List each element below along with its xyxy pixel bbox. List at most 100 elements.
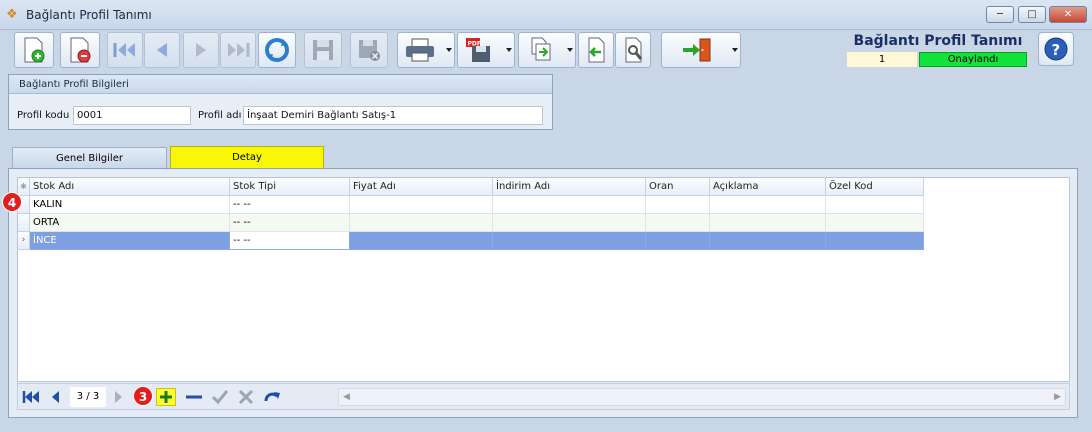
table-cell[interactable]: İNCE — [30, 232, 230, 250]
profile-name-label: Profil adı — [198, 110, 242, 121]
save-icon — [313, 40, 333, 60]
prev-record-button[interactable] — [144, 32, 180, 68]
export-pdf-icon: PDF — [466, 38, 490, 62]
table-cell[interactable] — [493, 214, 646, 232]
column-header[interactable]: Özel Kod — [826, 178, 924, 196]
row-indicator-current-icon[interactable]: › — [18, 232, 30, 250]
horizontal-scrollbar[interactable]: ◀ ▶ — [338, 388, 1066, 406]
row-indicator[interactable] — [18, 214, 30, 232]
window-titlebar: ❖ Bağlantı Profil Tanımı ─ □ ✕ — [0, 0, 1092, 30]
table-cell[interactable]: -- -- — [230, 196, 350, 214]
table-cell[interactable] — [350, 232, 493, 250]
back-button[interactable] — [578, 32, 614, 68]
help-button[interactable]: ? — [1038, 32, 1074, 66]
nav-first-icon[interactable] — [21, 388, 41, 406]
exit-icon — [683, 38, 711, 62]
export-pdf-button[interactable]: PDF — [457, 32, 515, 68]
column-header[interactable]: Stok Tipi — [230, 178, 350, 196]
column-header[interactable]: Oran — [646, 178, 710, 196]
tab-detail[interactable]: Detay — [170, 146, 324, 169]
profile-name-input[interactable]: İnşaat Demiri Bağlantı Satış-1 — [243, 106, 543, 125]
scroll-right-icon[interactable]: ▶ — [1054, 392, 1061, 402]
table-cell[interactable] — [350, 214, 493, 232]
window-title: Bağlantı Profil Tanımı — [26, 8, 152, 22]
cancel-save-icon — [359, 40, 380, 61]
form-title: Bağlantı Profil Tanımı — [853, 33, 1023, 49]
import-button[interactable] — [518, 32, 576, 68]
table-cell[interactable] — [826, 232, 924, 250]
table-cell[interactable] — [493, 196, 646, 214]
table-row[interactable]: KALIN -- -- — [18, 196, 924, 214]
table-cell[interactable] — [710, 196, 826, 214]
next-record-icon — [196, 43, 206, 57]
table-cell[interactable]: -- -- — [230, 214, 350, 232]
table-cell[interactable] — [646, 232, 710, 250]
delete-record-icon — [70, 37, 91, 63]
cancel-save-button[interactable] — [350, 32, 388, 68]
nav-remove-icon[interactable] — [184, 388, 204, 406]
minimize-button[interactable]: ─ — [986, 6, 1014, 23]
column-header[interactable]: Fiyat Adı — [350, 178, 493, 196]
callout-badge-add: 3 — [133, 386, 153, 406]
import-dropdown-icon[interactable] — [567, 48, 573, 52]
refresh-button[interactable] — [258, 32, 296, 68]
properties-button[interactable] — [615, 32, 651, 68]
save-button[interactable] — [304, 32, 342, 68]
export-dropdown-icon[interactable] — [506, 48, 512, 52]
first-record-button[interactable] — [107, 32, 143, 68]
print-button[interactable] — [397, 32, 455, 68]
table-cell[interactable] — [646, 196, 710, 214]
new-record-icon — [24, 37, 45, 63]
nav-cancel-icon[interactable] — [236, 388, 256, 406]
maximize-button[interactable]: □ — [1018, 6, 1046, 23]
exit-button[interactable] — [661, 32, 741, 68]
scroll-left-icon[interactable]: ◀ — [343, 392, 350, 402]
properties-icon — [625, 37, 643, 63]
print-icon — [406, 38, 434, 62]
nav-confirm-icon[interactable] — [210, 388, 230, 406]
new-record-button[interactable] — [14, 32, 54, 68]
exit-dropdown-icon[interactable] — [732, 48, 738, 52]
table-row[interactable]: ORTA -- -- — [18, 214, 924, 232]
status-badge: Onaylandı — [919, 52, 1027, 67]
help-icon: ? — [1044, 37, 1068, 61]
nav-refresh-icon[interactable] — [262, 388, 282, 406]
table-cell[interactable] — [710, 214, 826, 232]
profile-code-label: Profil kodu — [17, 110, 70, 121]
print-dropdown-icon[interactable] — [446, 48, 452, 52]
back-icon — [588, 37, 605, 63]
last-record-button[interactable] — [220, 32, 256, 68]
detail-grid: ✱ Stok Adı Stok Tipi Fiyat Adı İndirim A… — [17, 177, 1070, 382]
record-number: 1 — [847, 52, 917, 67]
table-cell[interactable]: ORTA — [30, 214, 230, 232]
table-cell[interactable] — [826, 214, 924, 232]
last-record-icon — [228, 43, 250, 57]
grid-corner-icon[interactable]: ✱ — [18, 178, 30, 196]
prev-record-icon — [157, 43, 167, 57]
table-cell[interactable] — [493, 232, 646, 250]
nav-add-icon[interactable] — [156, 388, 176, 406]
table-cell[interactable] — [710, 232, 826, 250]
table-cell[interactable]: KALIN — [30, 196, 230, 214]
table-row-selected[interactable]: › İNCE -- -- — [18, 232, 924, 250]
close-button[interactable]: ✕ — [1049, 6, 1087, 23]
table-cell[interactable] — [350, 196, 493, 214]
profile-code-input[interactable]: 0001 — [73, 106, 191, 125]
page-indicator: 3 / 3 — [70, 387, 106, 407]
nav-next-icon[interactable] — [108, 388, 128, 406]
table-cell[interactable]: -- -- — [230, 232, 350, 250]
import-icon — [531, 37, 551, 61]
next-record-button[interactable] — [183, 32, 219, 68]
refresh-icon — [265, 38, 289, 62]
first-record-icon — [113, 43, 135, 57]
butterfly-app-icon: ❖ — [6, 7, 18, 22]
grid-navigator: 3 / 3 ◀ ▶ — [17, 383, 1070, 410]
column-header[interactable]: İndirim Adı — [493, 178, 646, 196]
delete-record-button[interactable] — [60, 32, 100, 68]
column-header[interactable]: Stok Adı — [30, 178, 230, 196]
nav-prev-icon[interactable] — [45, 388, 65, 406]
column-header[interactable]: Açıklama — [710, 178, 826, 196]
table-cell[interactable] — [826, 196, 924, 214]
tab-general-info[interactable]: Genel Bilgiler — [12, 147, 167, 169]
table-cell[interactable] — [646, 214, 710, 232]
